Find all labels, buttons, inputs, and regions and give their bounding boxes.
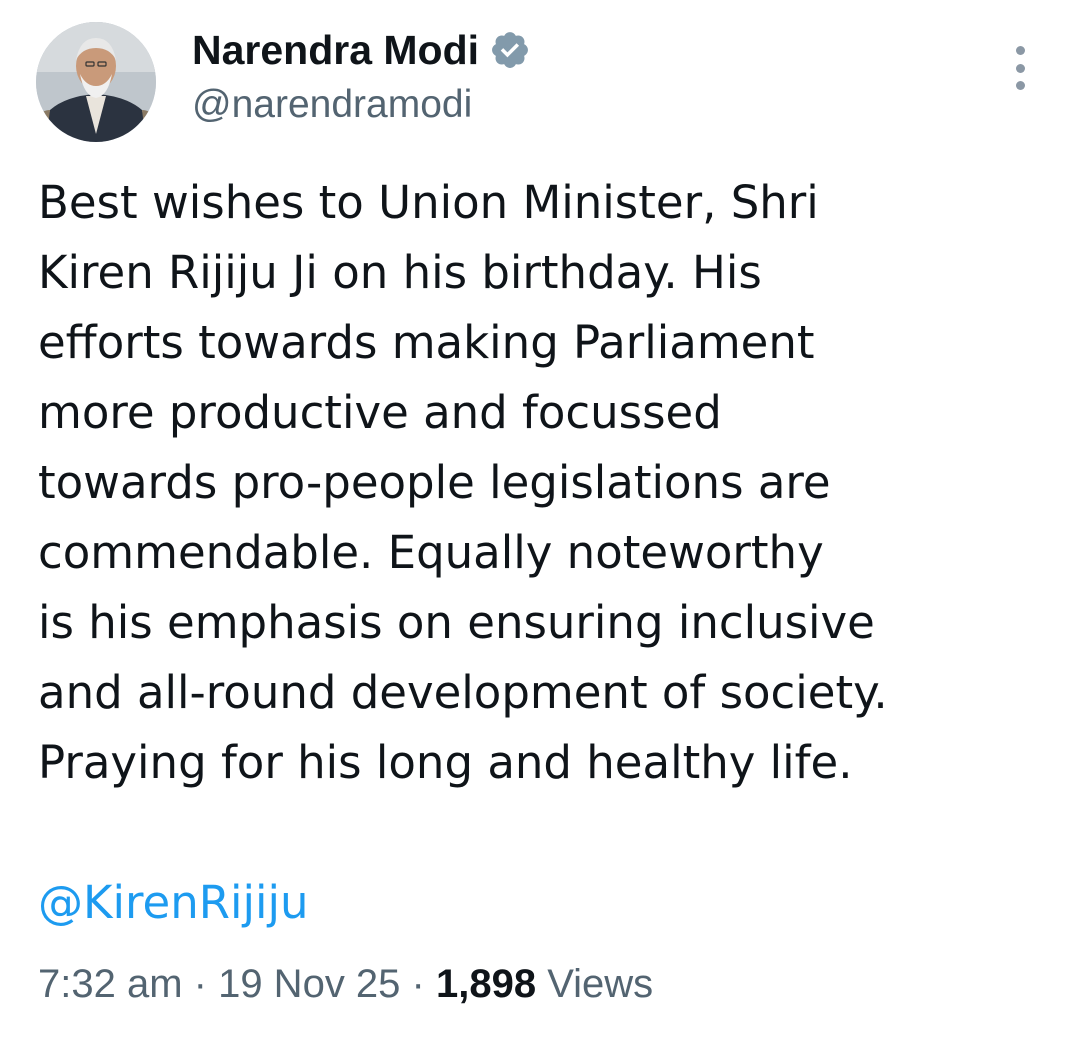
tweet-text: Best wishes to Union Minister, Shri Kire… (38, 168, 1048, 798)
avatar-photo (36, 22, 156, 142)
more-options-icon[interactable] (1004, 46, 1036, 90)
more-dot (1015, 63, 1025, 73)
tweet-text-line: Praying for his long and healthy life. (38, 736, 853, 789)
author-display-name[interactable]: Narendra Modi (192, 26, 479, 74)
author-handle[interactable]: @narendramodi (192, 82, 472, 128)
mention-link[interactable]: @KirenRijiju (38, 868, 309, 938)
tweet-time[interactable]: 7:32 am (38, 962, 183, 1006)
meta-separator: · (182, 962, 219, 1006)
more-dot (1015, 81, 1025, 90)
tweet-meta: 7:32 am · 19 Nov 25 · 1,898 Views (38, 958, 653, 1010)
tweet-text-line: and all-round development of society. (38, 666, 888, 719)
verified-badge-icon (489, 29, 531, 71)
tweet-text-line: commendable. Equally noteworthy (38, 526, 824, 579)
author-name-row[interactable]: Narendra Modi (192, 26, 531, 74)
tweet-text-line: more productive and focussed (38, 386, 722, 439)
author-avatar[interactable] (36, 22, 156, 142)
tweet-text-line: Kiren Rijiju Ji on his birthday. His (38, 246, 762, 299)
tweet-text-line: towards pro-people legislations are (38, 456, 831, 509)
tweet-text-line: efforts towards making Parliament (38, 316, 815, 369)
tweet-text-line: is his emphasis on ensuring inclusive (38, 596, 875, 649)
tweet-date[interactable]: 19 Nov 25 (218, 962, 400, 1006)
meta-separator: · (400, 962, 436, 1006)
views-label: Views (547, 962, 654, 1006)
tweet-text-line: Best wishes to Union Minister, Shri (38, 176, 819, 229)
views-count: 1,898 (435, 962, 537, 1006)
more-dot (1015, 46, 1025, 55)
